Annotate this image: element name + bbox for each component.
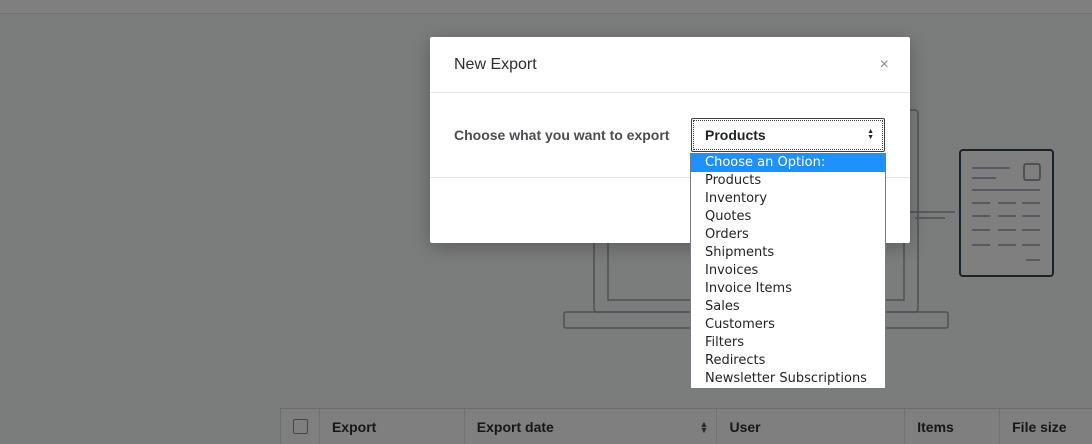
exports-page: Export Export date ▲▼ User Items File si… xyxy=(0,0,1092,444)
dropdown-option[interactable]: Invoices xyxy=(691,262,885,280)
export-type-label: Choose what you want to export xyxy=(454,127,670,143)
dropdown-option[interactable]: Sales xyxy=(691,298,885,316)
dropdown-option[interactable]: Orders xyxy=(691,226,885,244)
dropdown-option[interactable]: Redirects xyxy=(691,352,885,370)
dropdown-option[interactable]: Newsletter Subscriptions xyxy=(691,370,885,388)
export-type-dropdown-list[interactable]: Choose an Option: Products Inventory Quo… xyxy=(690,153,886,389)
export-type-selected-value: Products xyxy=(705,127,766,143)
dropdown-option[interactable]: Filters xyxy=(691,334,885,352)
dropdown-option[interactable]: Choose an Option: xyxy=(691,154,885,172)
dropdown-option[interactable]: Shipments xyxy=(691,244,885,262)
select-arrows-icon: ▲ ▼ xyxy=(867,128,874,141)
dropdown-option[interactable]: Customers xyxy=(691,316,885,334)
export-type-select[interactable]: Products ▲ ▼ xyxy=(691,118,885,152)
close-icon[interactable]: × xyxy=(880,56,889,73)
dropdown-option[interactable]: Inventory xyxy=(691,190,885,208)
dropdown-option[interactable]: Quotes xyxy=(691,208,885,226)
dropdown-option[interactable]: Invoice Items xyxy=(691,280,885,298)
modal-title: New Export xyxy=(454,55,537,73)
modal-header: New Export × xyxy=(430,37,910,93)
dropdown-option[interactable]: Products xyxy=(691,172,885,190)
